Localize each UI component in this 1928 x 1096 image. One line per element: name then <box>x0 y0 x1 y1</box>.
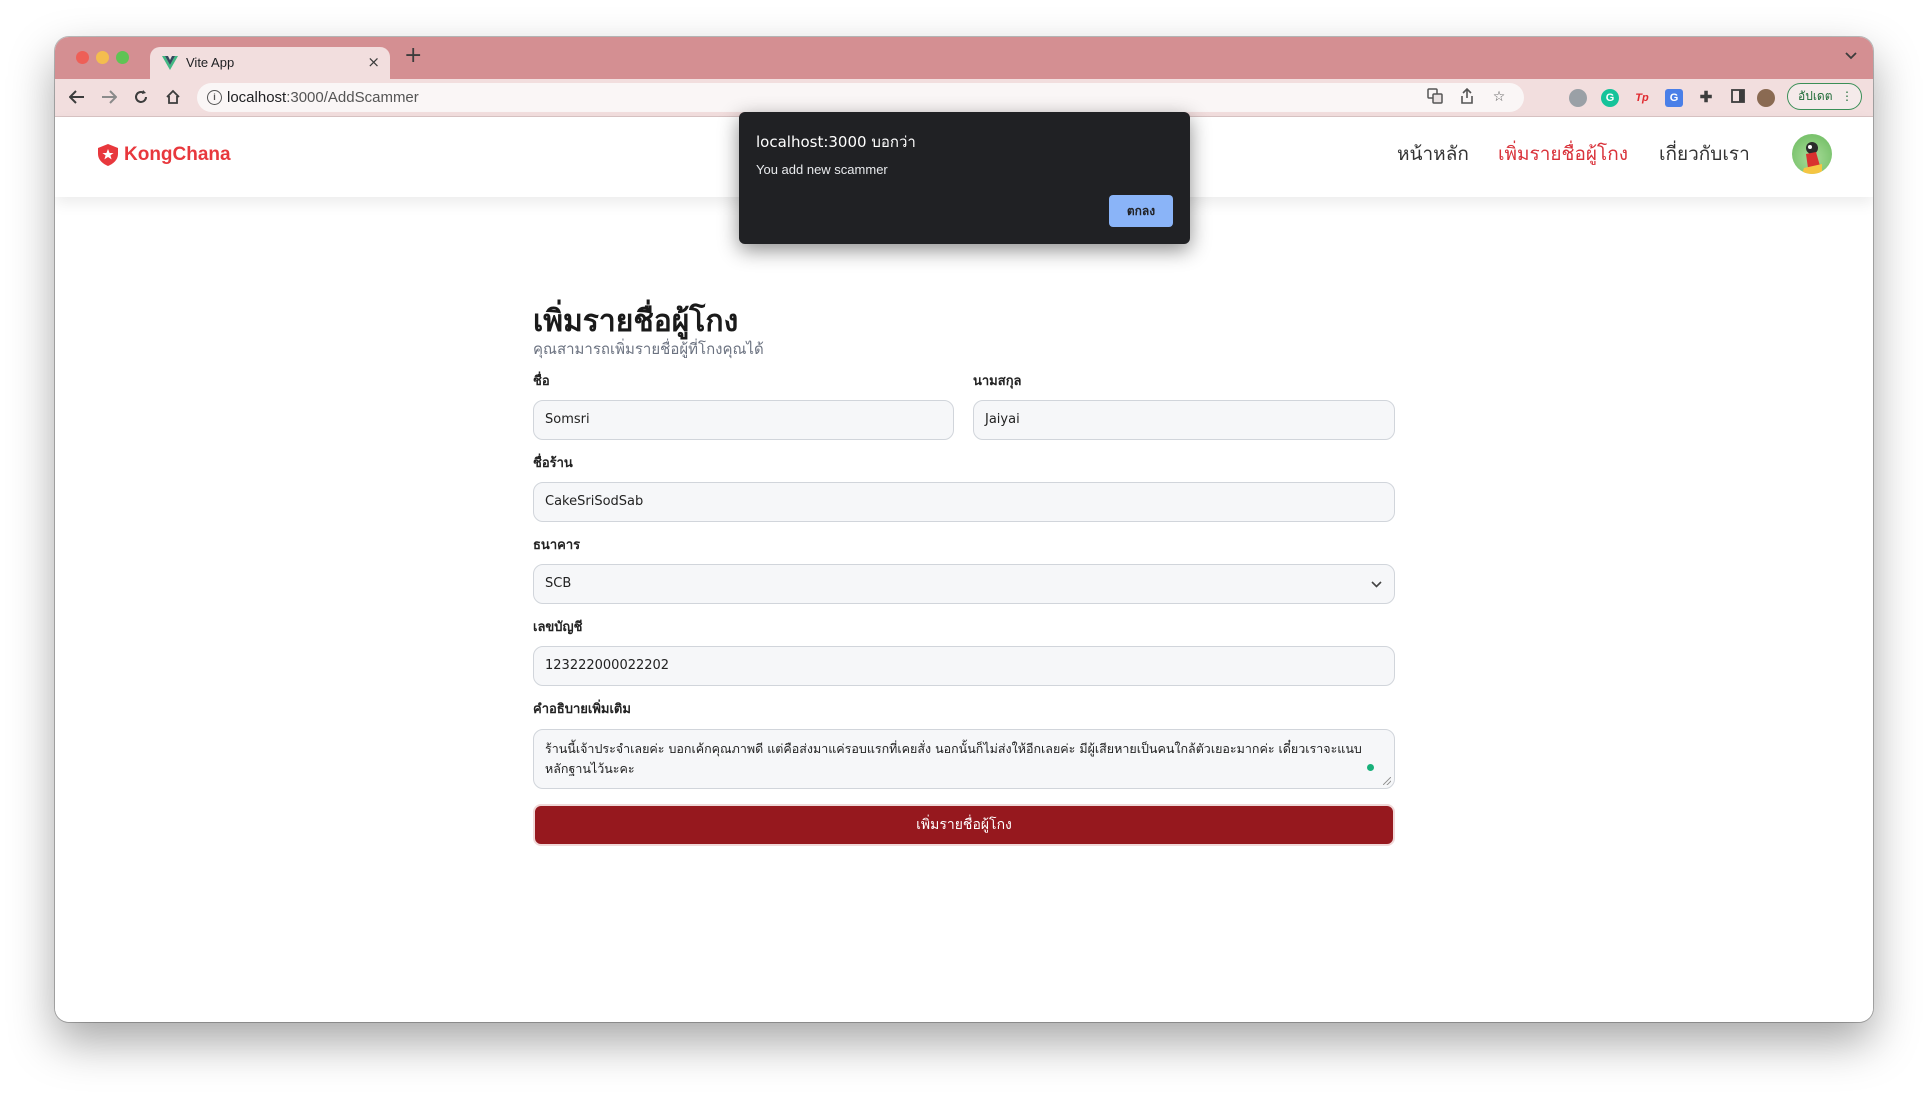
submit-button[interactable]: เพิ่มรายชื่อผู้โกง <box>533 804 1395 846</box>
chevron-down-icon <box>1371 565 1382 603</box>
vue-logo-icon <box>162 56 178 70</box>
account-number-label: เลขบัญชี <box>533 620 583 635</box>
grammarly-status-icon[interactable] <box>1367 764 1374 771</box>
bank-select[interactable]: SCB <box>533 564 1395 604</box>
dialog-ok-button[interactable]: ตกลง <box>1109 195 1173 227</box>
tab-close-icon[interactable]: × <box>367 53 380 71</box>
share-icon[interactable] <box>1458 87 1476 106</box>
minimize-window-button[interactable] <box>96 51 109 64</box>
profile-avatar[interactable] <box>1757 89 1775 107</box>
page-subtitle: คุณสามารถเพิ่มรายชื่อผู้ที่โกงคุณได้ <box>533 340 764 358</box>
shop-name-label: ชื่อร้าน <box>533 456 573 471</box>
site-info-icon[interactable]: i <box>207 90 222 105</box>
address-bar[interactable]: i localhost:3000/AddScammer ☆ <box>197 83 1524 112</box>
bank-label: ธนาคาร <box>533 538 581 553</box>
last-name-field[interactable]: Jaiyai <box>973 400 1395 440</box>
shop-name-field[interactable]: CakeSriSodSab <box>533 482 1395 522</box>
browser-menu-icon[interactable]: ⋮ <box>1841 84 1853 108</box>
close-window-button[interactable] <box>76 51 89 64</box>
dialog-message: You add new scammer <box>756 162 888 177</box>
url-text: localhost:3000/AddScammer <box>227 89 419 106</box>
alert-dialog: localhost:3000 บอกว่า You add new scamme… <box>739 112 1190 244</box>
resize-handle-icon[interactable] <box>1383 777 1391 785</box>
forward-icon[interactable] <box>96 84 122 110</box>
web-page: KongChana หน้าหลัก เพิ่มรายชื่อผู้โกง เก… <box>55 117 1873 1022</box>
google-translate-icon[interactable]: G <box>1665 89 1683 107</box>
extension-tp-icon[interactable]: Tp <box>1633 89 1651 107</box>
description-textarea[interactable]: ร้านนี้เจ้าประจำเลยค่ะ บอกเค้กคุณภาพดี แ… <box>533 729 1395 789</box>
dialog-title: localhost:3000 บอกว่า <box>756 133 916 151</box>
description-text: ร้านนี้เจ้าประจำเลยค่ะ บอกเค้กคุณภาพดี แ… <box>545 741 1362 776</box>
first-name-label: ชื่อ <box>533 374 550 389</box>
update-button[interactable]: อัปเดต ⋮ <box>1787 83 1862 110</box>
tab-search-icon[interactable] <box>1845 49 1857 63</box>
browser-tab[interactable]: Vite App × <box>150 47 390 79</box>
tab-title: Vite App <box>186 55 235 70</box>
extension-gray-icon[interactable] <box>1569 89 1587 107</box>
side-panel-icon[interactable] <box>1729 89 1747 107</box>
tab-strip: Vite App × + <box>55 37 1873 79</box>
first-name-field[interactable]: Somsri <box>533 400 954 440</box>
extensions-puzzle-icon[interactable]: ✚ <box>1697 89 1715 107</box>
bank-selected-value: SCB <box>545 576 572 591</box>
brand-logo[interactable]: KongChana <box>98 144 231 166</box>
nav-home[interactable]: หน้าหลัก <box>1397 139 1469 169</box>
new-tab-button[interactable]: + <box>404 43 422 68</box>
grammarly-icon[interactable]: G <box>1601 89 1619 107</box>
nav-add-scammer[interactable]: เพิ่มรายชื่อผู้โกง <box>1498 139 1628 169</box>
back-icon[interactable] <box>64 84 90 110</box>
description-label: คำอธิบายเพิ่มเติม <box>533 702 631 717</box>
maximize-window-button[interactable] <box>116 51 129 64</box>
account-number-field[interactable]: 123222000022202 <box>533 646 1395 686</box>
bookmark-star-icon[interactable]: ☆ <box>1490 88 1508 106</box>
home-icon[interactable] <box>160 84 186 110</box>
translate-icon[interactable] <box>1426 88 1444 106</box>
shield-icon <box>98 144 118 166</box>
nav-about[interactable]: เกี่ยวกับเรา <box>1659 139 1750 169</box>
user-avatar[interactable] <box>1792 134 1832 174</box>
last-name-label: นามสกุล <box>973 374 1022 389</box>
reload-icon[interactable] <box>128 84 154 110</box>
brand-name: KongChana <box>124 144 231 165</box>
